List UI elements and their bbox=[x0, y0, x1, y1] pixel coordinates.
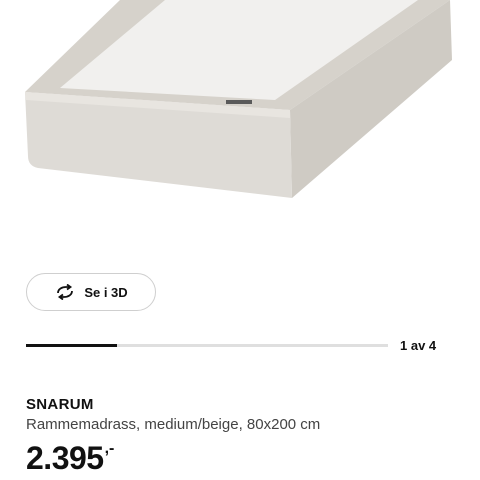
rotate-3d-icon bbox=[54, 284, 76, 300]
mattress-illustration bbox=[25, 0, 452, 198]
product-image[interactable] bbox=[0, 0, 480, 250]
view-3d-label: Se i 3D bbox=[84, 284, 128, 300]
product-name[interactable]: SNARUM bbox=[26, 396, 94, 413]
price-value: 2.395 bbox=[26, 440, 104, 476]
product-price: 2.395 ,- bbox=[26, 438, 114, 478]
price-suffix: ,- bbox=[104, 440, 115, 457]
carousel-progress-fill bbox=[26, 344, 117, 347]
mattress-label-tab bbox=[226, 100, 252, 104]
carousel-counter: 1 av 4 bbox=[400, 338, 437, 353]
view-3d-button[interactable]: Se i 3D bbox=[26, 273, 156, 311]
carousel-progress-track[interactable] bbox=[26, 344, 388, 347]
product-description: Rammemadrass, medium/beige, 80x200 cm bbox=[26, 416, 321, 433]
